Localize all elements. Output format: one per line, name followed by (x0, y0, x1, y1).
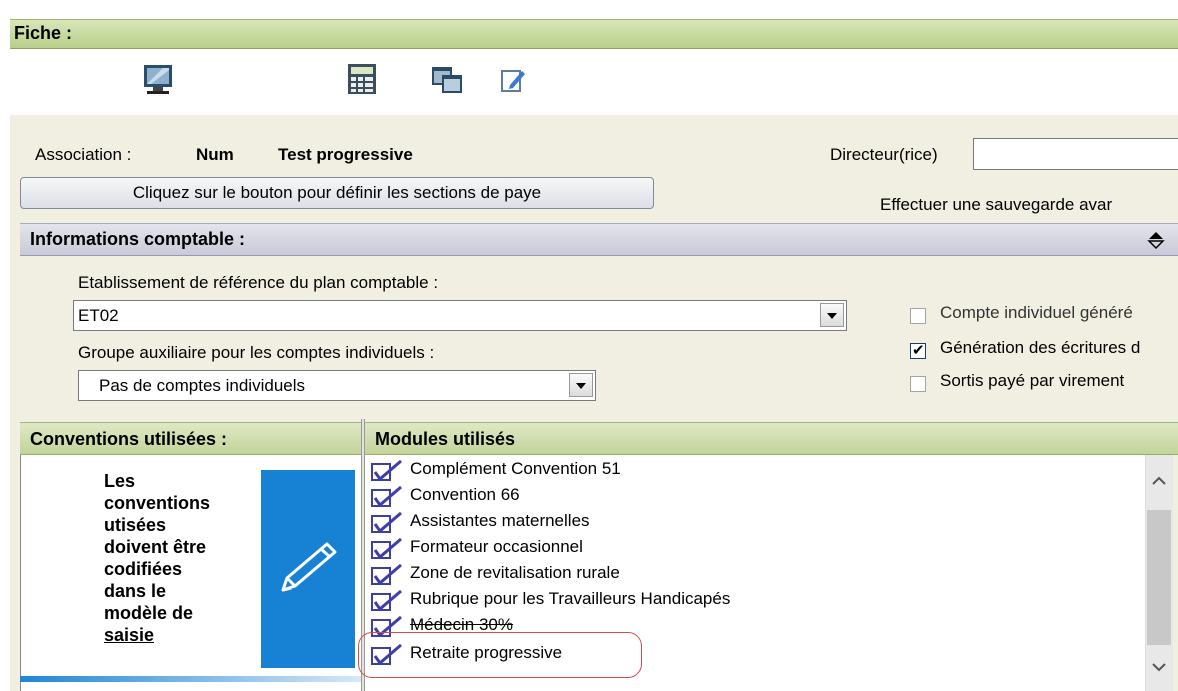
establishment-value: ET02 (78, 306, 119, 325)
collapse-toggle-icon[interactable] (1146, 230, 1166, 250)
scroll-up-icon[interactable] (1150, 474, 1168, 488)
edit-icon[interactable] (498, 65, 528, 95)
option-checkbox-individual-account[interactable] (910, 308, 926, 324)
checkmark-icon[interactable] (371, 538, 407, 560)
scrollbar-thumb[interactable] (1147, 510, 1171, 645)
checkmark-icon[interactable] (371, 486, 407, 508)
highlight-annotation (358, 632, 642, 678)
checkmark-icon[interactable] (371, 564, 407, 586)
association-name: Test progressive (278, 145, 413, 164)
modules-title: Modules utilisés (375, 429, 516, 449)
fiche-title: Fiche : (14, 23, 73, 43)
save-notice: Effectuer une sauvegarde avar (880, 195, 1113, 214)
establishment-label: Etablissement de référence du plan compt… (78, 273, 439, 292)
association-label: Association : (35, 145, 132, 164)
toolbar (10, 49, 1178, 115)
checkmark-icon[interactable] (371, 460, 407, 482)
conventions-note: Les conventions utisées doivent être cod… (104, 471, 211, 645)
chevron-down-icon[interactable] (569, 373, 593, 397)
option-label-entries-generation: Génération des écritures d (940, 338, 1141, 357)
define-sections-button[interactable]: Cliquez sur le bouton pour définir les s… (20, 177, 654, 209)
option-label-transfer-payment: Sortis payé par virement (940, 371, 1125, 390)
accounting-section-title: Informations comptable : (30, 229, 246, 249)
chevron-down-icon[interactable] (820, 303, 844, 327)
association-code: Num (196, 145, 234, 164)
option-checkbox-entries-generation[interactable] (910, 341, 926, 359)
fiche-header: Fiche : (10, 19, 1178, 49)
option-checkbox-transfer-payment[interactable] (910, 376, 926, 392)
checkmark-icon[interactable] (371, 590, 407, 612)
director-input[interactable] (973, 138, 1178, 170)
window-left-edge (0, 0, 10, 691)
aux-group-label: Groupe auxiliaire pour les comptes indiv… (78, 343, 435, 362)
conventions-footer-strip (20, 676, 361, 682)
pencil-icon (281, 542, 337, 592)
director-label: Directeur(rice) (830, 145, 938, 164)
checkmark-icon[interactable] (371, 512, 407, 534)
conventions-title: Conventions utilisées : (30, 429, 228, 449)
edit-conventions-tile[interactable] (261, 470, 355, 668)
conventions-header: Conventions utilisées : (20, 422, 361, 455)
monitor-icon[interactable] (141, 62, 175, 96)
windows-icon[interactable] (430, 63, 464, 95)
aux-group-value: Pas de comptes individuels (99, 376, 306, 395)
scroll-down-icon[interactable] (1150, 660, 1168, 674)
calculator-icon[interactable] (346, 62, 378, 96)
aux-group-select[interactable]: Pas de comptes individuels (78, 370, 596, 401)
option-label-individual-account: Compte individuel généré (940, 303, 1133, 322)
modules-header: Modules utilisés (365, 422, 1178, 455)
establishment-select[interactable]: ET02 (73, 300, 847, 331)
accounting-section-header[interactable]: Informations comptable : (20, 223, 1178, 256)
